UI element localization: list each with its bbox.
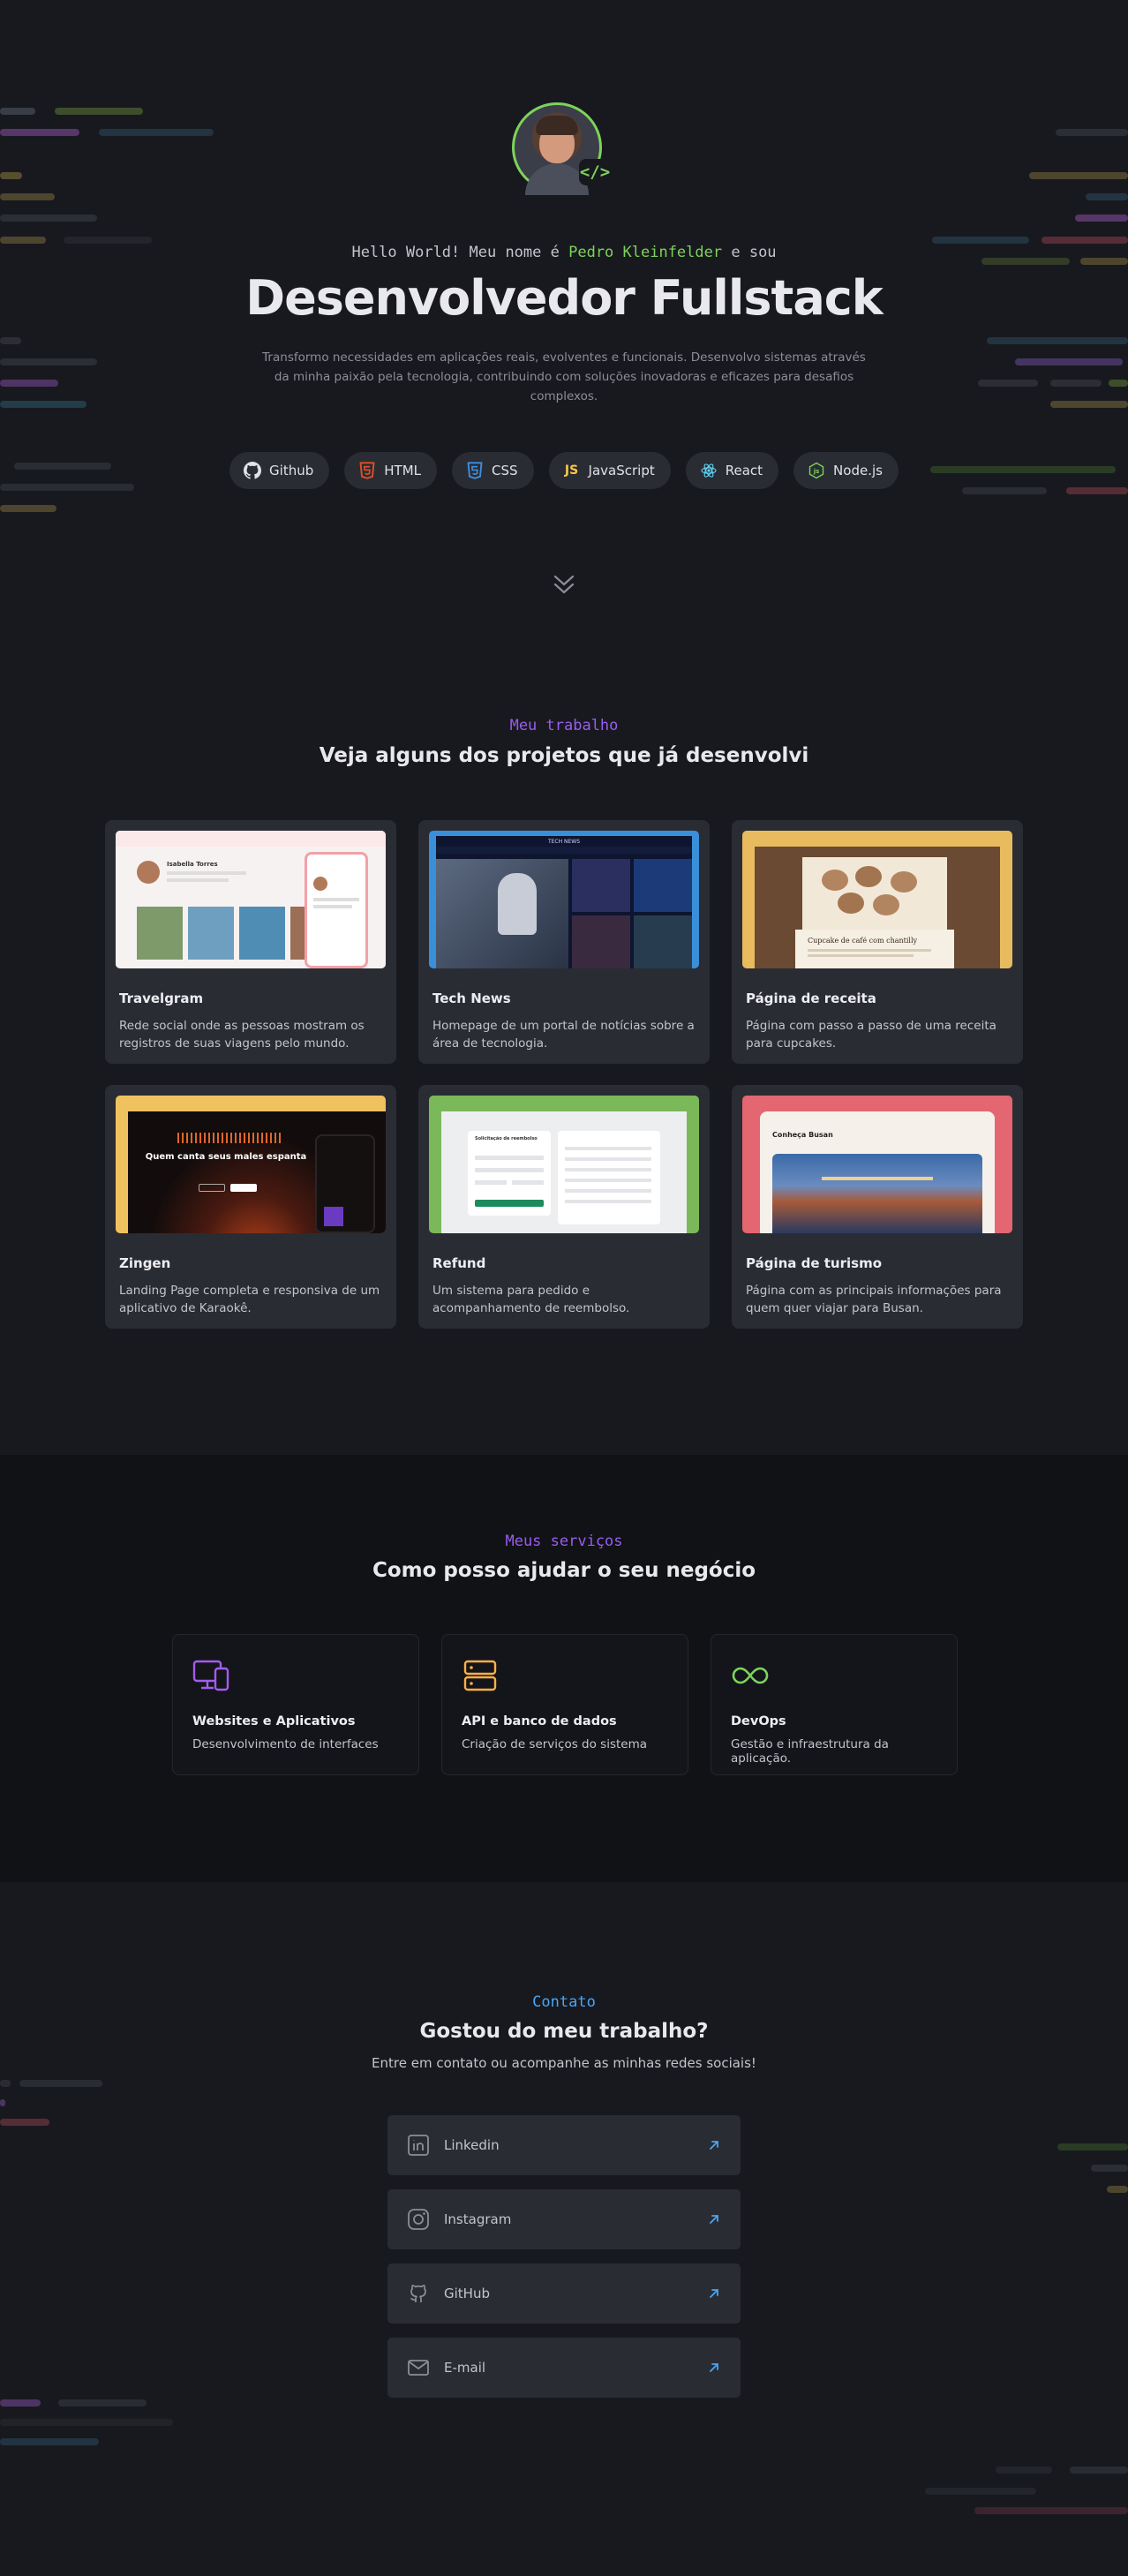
- work-title: Veja alguns dos projetos que já desenvol…: [319, 744, 809, 767]
- service-card-devops: DevOps Gestão e infraestrutura da aplica…: [711, 1634, 958, 1775]
- service-card-websites: Websites e Aplicativos Desenvolvimento d…: [172, 1634, 419, 1775]
- thumb-caption: TECH NEWS: [547, 839, 581, 845]
- project-thumbnail: Quem canta seus males espanta: [116, 1096, 386, 1233]
- tech-label: Node.js: [833, 463, 883, 478]
- tech-list: Github HTML CSS JS JavaScript React js N…: [0, 452, 1128, 489]
- project-description: Um sistema para pedido e acompanhamento …: [432, 1284, 630, 1315]
- project-card-travelgram[interactable]: Isabella Torres Travelgram Rede social o…: [105, 820, 396, 1064]
- project-description: Rede social onde as pessoas mostram os r…: [119, 1019, 365, 1051]
- tech-badge-nodejs: js Node.js: [793, 452, 899, 489]
- contact-link-label: E-mail: [444, 2360, 486, 2376]
- tech-label: JavaScript: [588, 463, 655, 478]
- github-icon: [244, 462, 262, 479]
- css3-icon: [467, 462, 483, 479]
- services-kicker: Meus serviços: [505, 1533, 623, 1550]
- nodejs-icon: js: [808, 462, 824, 479]
- service-description: Gestão e infraestrutura da aplicação.: [731, 1737, 889, 1766]
- project-description: Página com as principais informações par…: [746, 1284, 1002, 1315]
- tech-label: HTML: [384, 463, 421, 478]
- tech-label: React: [725, 463, 763, 478]
- contact-link-label: GitHub: [444, 2286, 490, 2301]
- contact-link-github[interactable]: GitHub: [387, 2263, 741, 2324]
- tech-badge-javascript: JS JavaScript: [548, 452, 671, 489]
- arrow-up-right-icon: [710, 2141, 718, 2150]
- instagram-icon: [408, 2209, 429, 2230]
- project-description: Landing Page completa e responsiva de um…: [119, 1284, 380, 1315]
- contact-link-label: Instagram: [444, 2211, 512, 2227]
- contact-kicker: Contato: [532, 1993, 596, 2011]
- project-title: Travelgram: [119, 990, 204, 1006]
- contact-link-instagram[interactable]: Instagram: [387, 2189, 741, 2249]
- project-card-refund[interactable]: Solicitação de reembolso Refund Um siste…: [418, 1085, 710, 1329]
- projects-grid: Isabella Torres Travelgram Rede social o…: [105, 820, 1023, 1329]
- project-title: Refund: [432, 1255, 486, 1271]
- hero-title: Desenvolvedor Fullstack: [245, 270, 883, 326]
- tech-badge-github: Github: [229, 452, 330, 489]
- project-card-tech-news[interactable]: TECH NEWS Tech News Homepage de um porta…: [418, 820, 710, 1064]
- contact-link-email[interactable]: E-mail: [387, 2338, 741, 2398]
- services-title: Como posso ajudar o seu negócio: [372, 1559, 756, 1582]
- services-list: Websites e Aplicativos Desenvolvimento d…: [172, 1634, 958, 1775]
- developer-name: Pedro Kleinfelder: [568, 244, 723, 261]
- hero-subtitle: Transformo necessidades em aplicações re…: [262, 350, 866, 403]
- tech-label: CSS: [492, 463, 518, 478]
- thumb-caption: Quem canta seus males espanta: [145, 1152, 307, 1162]
- devices-icon: [192, 1660, 229, 1691]
- contact-link-label: Linkedin: [444, 2137, 500, 2153]
- contact-subtitle: Entre em contato ou acompanhe as minhas …: [372, 2055, 756, 2071]
- js-icon: JS: [564, 463, 579, 478]
- arrow-up-right-icon: [710, 2363, 718, 2372]
- service-description: Criação de serviços do sistema: [462, 1737, 648, 1751]
- project-description: Página com passo a passo de uma receita …: [746, 1019, 996, 1051]
- greeting-prefix: Hello World! Meu nome é: [351, 244, 560, 261]
- contact-title: Gostou do meu trabalho?: [419, 2020, 709, 2043]
- project-thumbnail: TECH NEWS: [429, 831, 699, 968]
- project-title: Zingen: [119, 1255, 171, 1271]
- thumb-caption: Isabella Torres: [167, 861, 218, 868]
- infinity-icon: [732, 1667, 769, 1684]
- linkedin-icon: [408, 2135, 429, 2156]
- react-icon: [701, 463, 717, 478]
- arrow-up-right-icon: [710, 2289, 718, 2298]
- thumb-caption: Solicitação de reembolso: [475, 1136, 538, 1141]
- project-title: Tech News: [432, 990, 511, 1006]
- project-card-zingen[interactable]: Quem canta seus males espanta Zingen Lan…: [105, 1085, 396, 1329]
- hero-greeting: Hello World! Meu nome é Pedro Kleinfelde…: [0, 244, 1128, 261]
- project-thumbnail: Solicitação de reembolso: [429, 1096, 699, 1233]
- tech-badge-react: React: [685, 452, 779, 489]
- project-title: Página de receita: [746, 990, 876, 1006]
- tech-label: Github: [269, 463, 314, 478]
- service-name: DevOps: [731, 1714, 786, 1729]
- github-icon: [410, 2285, 426, 2302]
- server-icon: [463, 1660, 497, 1691]
- scroll-down-icon[interactable]: [551, 572, 577, 599]
- project-card-tourism[interactable]: Conheça Busan Página de turismo Página c…: [732, 1085, 1023, 1329]
- thumb-caption: Conheça Busan: [772, 1131, 833, 1139]
- service-name: API e banco de dados: [462, 1714, 617, 1729]
- svg-text:js: js: [813, 468, 820, 475]
- service-card-api: API e banco de dados Criação de serviços…: [441, 1634, 688, 1775]
- contact-links: Linkedin Instagram GitHub E-mail: [387, 2115, 741, 2398]
- service-description: Desenvolvimento de interfaces: [192, 1737, 379, 1751]
- project-title: Página de turismo: [746, 1255, 882, 1271]
- arrow-up-right-icon: [710, 2215, 718, 2224]
- contact-link-linkedin[interactable]: Linkedin: [387, 2115, 741, 2175]
- project-thumbnail: Cupcake de café com chantilly: [742, 831, 1012, 968]
- service-name: Websites e Aplicativos: [192, 1714, 356, 1729]
- project-card-recipe[interactable]: Cupcake de café com chantilly Página de …: [732, 820, 1023, 1064]
- avatar-hair-shape: [536, 116, 578, 135]
- thumb-caption: Cupcake de café com chantilly: [808, 937, 918, 945]
- mail-icon: [408, 2360, 429, 2376]
- code-icon: </>: [579, 159, 611, 185]
- greeting-suffix: e sou: [731, 244, 777, 261]
- tech-badge-css: CSS: [452, 452, 534, 489]
- services-section: Meus serviços Como posso ajudar o seu ne…: [0, 1455, 1128, 1882]
- project-thumbnail: Isabella Torres: [116, 831, 386, 968]
- html5-icon: [359, 462, 375, 479]
- project-description: Homepage de um portal de notícias sobre …: [432, 1019, 695, 1051]
- hero-section: </> Hello World! Meu nome é Pedro Kleinf…: [0, 0, 1128, 671]
- work-kicker: Meu trabalho: [509, 717, 619, 734]
- project-thumbnail: Conheça Busan: [742, 1096, 1012, 1233]
- tech-badge-html: HTML: [344, 452, 437, 489]
